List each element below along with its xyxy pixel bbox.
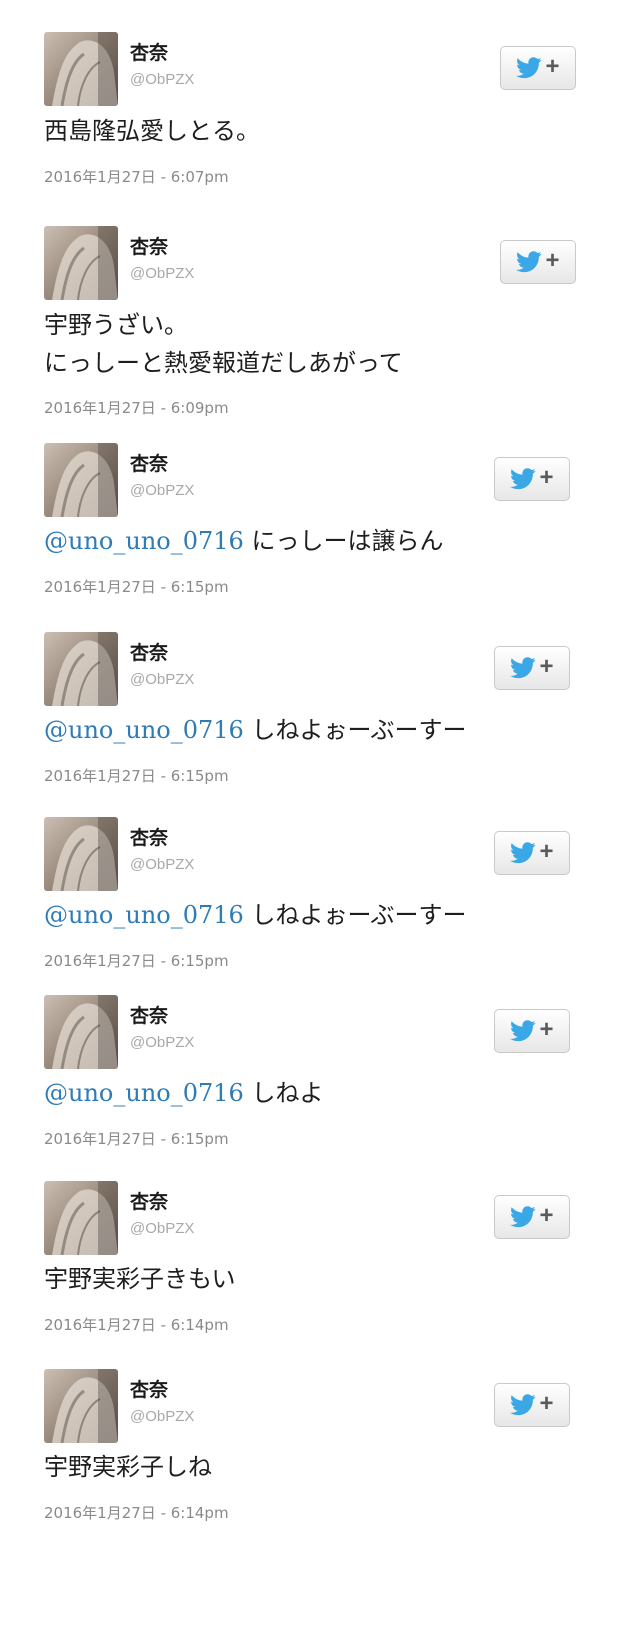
tweet-text-line: しねよぉーぶーすー bbox=[251, 901, 467, 929]
tweet-timestamp[interactable]: 2016年1月27日 - 6:15pm bbox=[44, 765, 229, 786]
avatar[interactable] bbox=[44, 443, 118, 517]
tweet-text: 宇野実彩子きもい bbox=[44, 1260, 236, 1298]
mention-link[interactable]: @uno_uno_0716 bbox=[44, 1079, 244, 1107]
display-name[interactable]: 杏奈 bbox=[130, 641, 168, 665]
tweet-text: 宇野うざい。にっしーと熱愛報道だしあがって bbox=[44, 306, 403, 382]
user-handle[interactable]: @ObPZX bbox=[130, 1219, 194, 1239]
mention-link[interactable]: @uno_uno_0716 bbox=[44, 901, 244, 929]
tweet-timestamp[interactable]: 2016年1月27日 - 6:15pm bbox=[44, 1128, 229, 1149]
mention-link[interactable]: @uno_uno_0716 bbox=[44, 716, 244, 744]
plus-icon: + bbox=[539, 653, 554, 680]
twitter-bird-icon bbox=[510, 1394, 537, 1416]
user-handle[interactable]: @ObPZX bbox=[130, 855, 194, 875]
mention-link[interactable]: @uno_uno_0716 bbox=[44, 527, 244, 555]
avatar[interactable] bbox=[44, 1369, 118, 1443]
plus-icon: + bbox=[539, 1202, 554, 1229]
display-name[interactable]: 杏奈 bbox=[130, 41, 168, 65]
display-name[interactable]: 杏奈 bbox=[130, 452, 168, 476]
twitter-bird-icon bbox=[516, 251, 543, 273]
tweet-text: 宇野実彩子しね bbox=[44, 1448, 212, 1486]
tweet-timestamp[interactable]: 2016年1月27日 - 6:14pm bbox=[44, 1502, 229, 1523]
user-handle[interactable]: @ObPZX bbox=[130, 1033, 194, 1053]
display-name[interactable]: 杏奈 bbox=[130, 1378, 168, 1402]
twitter-bird-icon bbox=[510, 468, 537, 490]
avatar[interactable] bbox=[44, 32, 118, 106]
twitter-bird-icon bbox=[510, 842, 537, 864]
tweet-text: @uno_uno_0716 しねよぉーぶーすー bbox=[44, 896, 467, 934]
user-handle[interactable]: @ObPZX bbox=[130, 670, 194, 690]
tweet-text-line: しねよ bbox=[251, 1079, 324, 1107]
tweet-timestamp[interactable]: 2016年1月27日 - 6:15pm bbox=[44, 950, 229, 971]
avatar[interactable] bbox=[44, 1181, 118, 1255]
twitter-bird-icon bbox=[510, 1020, 537, 1042]
twitter-bird-icon bbox=[510, 1206, 537, 1228]
plus-icon: + bbox=[539, 1016, 554, 1043]
display-name[interactable]: 杏奈 bbox=[130, 826, 168, 850]
user-handle[interactable]: @ObPZX bbox=[130, 1407, 194, 1427]
display-name[interactable]: 杏奈 bbox=[130, 1004, 168, 1028]
follow-button[interactable]: + bbox=[494, 1383, 570, 1427]
follow-button[interactable]: + bbox=[494, 1009, 570, 1053]
follow-button[interactable]: + bbox=[494, 646, 570, 690]
twitter-bird-icon bbox=[516, 57, 543, 79]
tweet: 杏奈 @ObPZX + @uno_uno_0716 しねよぉーぶーすー 2016年1月2… bbox=[0, 632, 640, 789]
tweet-text: @uno_uno_0716 にっしーは譲らん bbox=[44, 522, 443, 560]
tweet-text: 西島隆弘愛しとる。 bbox=[44, 112, 260, 150]
tweet-text: @uno_uno_0716 しねよぉーぶーすー bbox=[44, 711, 467, 749]
tweet-text-line: にっしーと熱愛報道だしあがって bbox=[44, 349, 403, 377]
tweet: 杏奈 @ObPZX + 宇野実彩子しね 2016年1月27日 - 6:14pm bbox=[0, 1369, 640, 1526]
avatar[interactable] bbox=[44, 995, 118, 1069]
tweet: 杏奈 @ObPZX + 宇野実彩子きもい 2016年1月27日 - 6:14pm bbox=[0, 1181, 640, 1338]
tweet: 杏奈 @ObPZX + 西島隆弘愛しとる。 2016年1月27日 - 6:07pm bbox=[0, 32, 640, 190]
follow-button[interactable]: + bbox=[500, 240, 576, 284]
display-name[interactable]: 杏奈 bbox=[130, 235, 168, 259]
tweet-timestamp[interactable]: 2016年1月27日 - 6:15pm bbox=[44, 576, 229, 597]
tweet: 杏奈 @ObPZX + @uno_uno_0716 しねよ 2016年1月27日 - 6… bbox=[0, 995, 640, 1152]
follow-button[interactable]: + bbox=[494, 457, 570, 501]
tweet-timestamp[interactable]: 2016年1月27日 - 6:07pm bbox=[44, 166, 229, 187]
tweet-text-line: しねよぉーぶーすー bbox=[251, 716, 467, 744]
tweet-text-line: 宇野実彩子きもい bbox=[44, 1265, 236, 1293]
tweet-text-line: 宇野うざい。 bbox=[44, 311, 188, 339]
follow-button[interactable]: + bbox=[494, 831, 570, 875]
avatar[interactable] bbox=[44, 632, 118, 706]
tweet-text: @uno_uno_0716 しねよ bbox=[44, 1074, 323, 1112]
plus-icon: + bbox=[539, 1390, 554, 1417]
plus-icon: + bbox=[545, 53, 560, 80]
display-name[interactable]: 杏奈 bbox=[130, 1190, 168, 1214]
tweet-text-line: 宇野実彩子しね bbox=[44, 1453, 212, 1481]
user-handle[interactable]: @ObPZX bbox=[130, 481, 194, 501]
tweet-timestamp[interactable]: 2016年1月27日 - 6:14pm bbox=[44, 1314, 229, 1335]
user-handle[interactable]: @ObPZX bbox=[130, 264, 194, 284]
tweet: 杏奈 @ObPZX + @uno_uno_0716 しねよぉーぶーすー 2016年1月2… bbox=[0, 817, 640, 974]
follow-button[interactable]: + bbox=[494, 1195, 570, 1239]
tweet-text-line: にっしーは譲らん bbox=[251, 527, 444, 555]
tweet-text-line: 西島隆弘愛しとる。 bbox=[44, 117, 260, 145]
twitter-bird-icon bbox=[510, 657, 537, 679]
avatar[interactable] bbox=[44, 817, 118, 891]
plus-icon: + bbox=[545, 247, 560, 274]
tweet: 杏奈 @ObPZX + 宇野うざい。にっしーと熱愛報道だしあがって 2016年1月27日… bbox=[0, 226, 640, 421]
plus-icon: + bbox=[539, 838, 554, 865]
avatar[interactable] bbox=[44, 226, 118, 300]
tweet-timestamp[interactable]: 2016年1月27日 - 6:09pm bbox=[44, 397, 229, 418]
user-handle[interactable]: @ObPZX bbox=[130, 70, 194, 90]
follow-button[interactable]: + bbox=[500, 46, 576, 90]
tweet: 杏奈 @ObPZX + @uno_uno_0716 にっしーは譲らん 2016年1月27… bbox=[0, 443, 640, 600]
plus-icon: + bbox=[539, 464, 554, 491]
